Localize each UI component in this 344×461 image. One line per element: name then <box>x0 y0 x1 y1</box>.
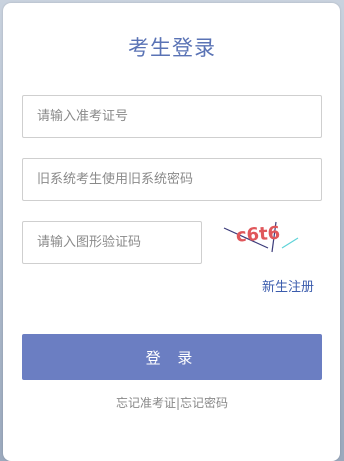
captcha-image[interactable]: c6t6 <box>220 218 300 254</box>
login-button[interactable]: 登 录 <box>22 334 322 380</box>
register-link[interactable]: 新生注册 <box>262 276 314 295</box>
forgot-password-link[interactable]: 忘记密码 <box>180 396 228 410</box>
forgot-exam-id-link[interactable]: 忘记准考证 <box>116 396 176 410</box>
captcha-noise-line <box>281 237 299 249</box>
captcha-text: c6t6 <box>235 223 281 247</box>
exam-id-input[interactable] <box>22 95 322 138</box>
page-title: 考生登录 <box>128 36 216 60</box>
password-input[interactable] <box>22 158 322 201</box>
captcha-input[interactable] <box>22 221 202 264</box>
forgot-links: 忘记准考证|忘记密码 <box>0 394 344 411</box>
